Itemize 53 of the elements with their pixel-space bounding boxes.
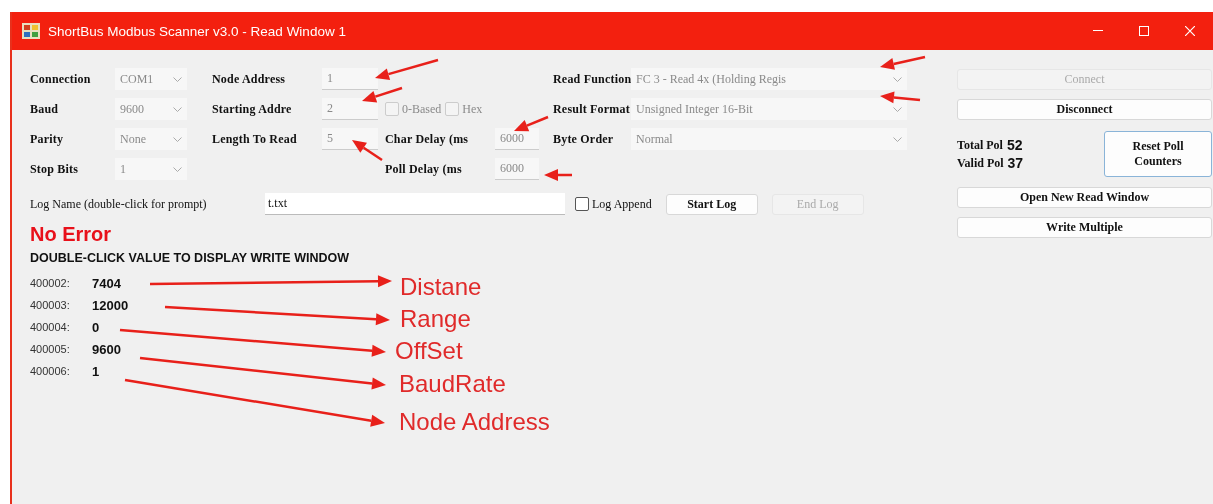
- field-label: Starting Addre: [212, 101, 293, 117]
- field-label: Log Name (double-click for prompt): [30, 196, 208, 212]
- window-title: ShortBus Modbus Scanner v3.0 - Read Window 1: [48, 23, 347, 39]
- annotation-arrow: [352, 140, 383, 162]
- register-address: 400004:: [30, 321, 71, 333]
- annotation-label: Range: [400, 305, 471, 333]
- hint-text: DOUBLE-CLICK VALUE TO DISPLAY WRITE WINDOW: [30, 250, 350, 266]
- register-value[interactable]: 7404: [92, 275, 121, 291]
- minimize-icon[interactable]: [1093, 30, 1103, 32]
- field-label: Result Format: [553, 101, 631, 117]
- annotation-arrow: [375, 58, 439, 80]
- field-label: Stop Bits: [30, 161, 80, 177]
- field-label: Read Function: [553, 71, 631, 87]
- annotation-label: OffSet: [395, 337, 463, 365]
- status-text: No Error: [30, 222, 113, 246]
- connection-button[interactable]: Disconnect: [957, 99, 1212, 120]
- counter-value: 37: [1007, 155, 1024, 171]
- register-value[interactable]: 12000: [92, 297, 129, 313]
- annotation-arrow: [544, 169, 572, 181]
- close-icon[interactable]: [1185, 26, 1195, 36]
- reset-button[interactable]: Reset Poll Counters: [1104, 131, 1212, 177]
- annotation-arrow: [880, 55, 926, 70]
- maximize-icon[interactable]: [1139, 26, 1149, 36]
- annotation-arrow: [880, 91, 921, 104]
- counter-label: Total Pol: [957, 137, 1003, 153]
- counter-label: Valid Pol: [957, 155, 1004, 171]
- register-value[interactable]: 0: [92, 319, 100, 335]
- field-label: Length To Read: [212, 131, 298, 147]
- register-address: 400006:: [30, 365, 71, 377]
- register-value[interactable]: 9600: [92, 341, 121, 357]
- register-address: 400002:: [30, 277, 71, 289]
- log-button[interactable]: Start Log: [665, 193, 758, 215]
- counter-value: 52: [1006, 137, 1023, 153]
- annotation-label: Distane: [400, 273, 482, 301]
- window-button[interactable]: Write Multiple: [957, 217, 1212, 238]
- annotation-label: Node Address: [399, 408, 550, 436]
- field-label: Baud: [30, 101, 60, 117]
- field-label: Poll Delay (ms: [385, 161, 463, 177]
- register-value[interactable]: 1: [92, 363, 100, 379]
- annotation-arrow: [514, 115, 549, 132]
- input-field[interactable]: t.txt: [265, 193, 565, 215]
- annotation-label: BaudRate: [399, 370, 506, 398]
- annotation-arrow: [362, 86, 403, 103]
- field-label: Connection: [30, 71, 92, 87]
- app-icon: [22, 23, 40, 39]
- field-label: Node Address: [212, 71, 287, 87]
- register-address: 400003:: [30, 299, 71, 311]
- field-label: Char Delay (ms: [385, 131, 470, 147]
- register-address: 400005:: [30, 343, 71, 355]
- field-label: Byte Order: [553, 131, 615, 147]
- field-label: Parity: [30, 131, 65, 147]
- window-button[interactable]: Open New Read Window: [957, 187, 1212, 208]
- checkbox[interactable]: Log Append: [575, 196, 652, 212]
